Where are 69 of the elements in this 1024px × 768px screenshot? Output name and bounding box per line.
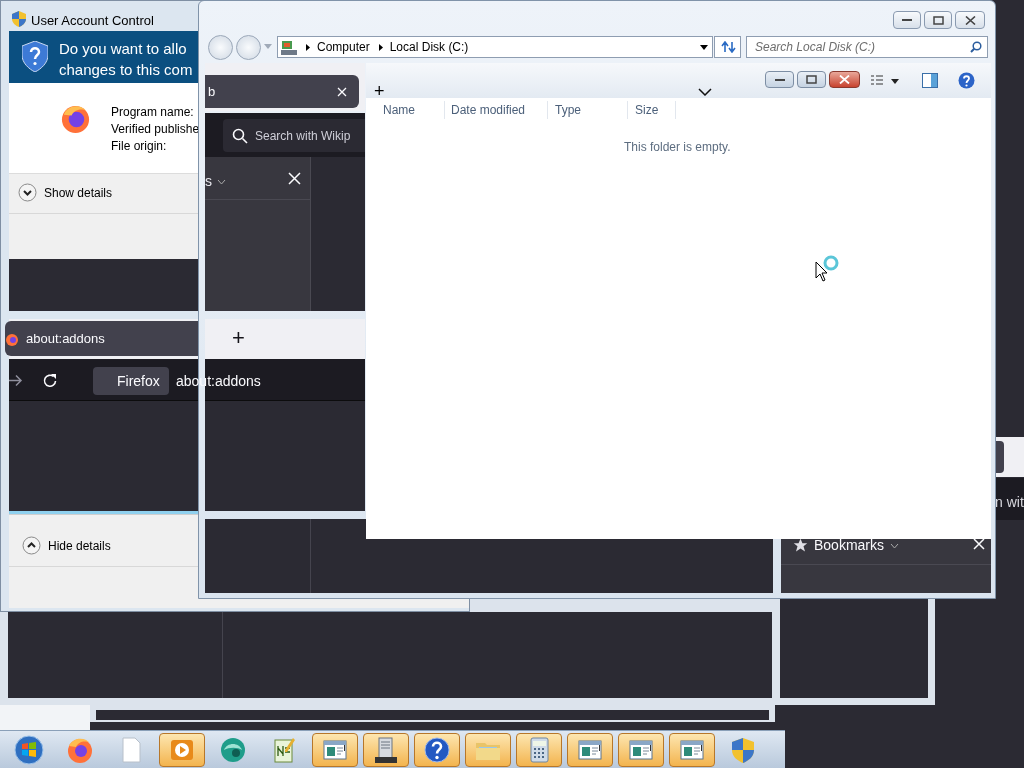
maximize-button[interactable] <box>797 71 826 88</box>
close-icon[interactable] <box>337 86 347 97</box>
taskbar-button[interactable] <box>414 732 460 767</box>
refresh-icon <box>719 41 736 53</box>
address-bar[interactable]: Computer Local Disk (C:) <box>277 36 713 58</box>
new-tab-button[interactable]: + <box>374 81 385 101</box>
breadcrumb-item: Local Disk (C:) <box>389 39 469 56</box>
forward-arrow-icon[interactable] <box>9 374 23 387</box>
tab-text: n wit <box>995 493 1024 512</box>
field-label: File origin: <box>111 138 168 155</box>
maximize-button[interactable] <box>924 11 952 29</box>
column-header[interactable]: Name <box>366 101 445 119</box>
view-list-icon[interactable] <box>871 75 899 87</box>
computer-icon <box>281 39 297 55</box>
field-label: Verified publishe <box>111 121 200 138</box>
chevron-down-icon <box>217 178 226 185</box>
identity-box[interactable]: Firefox <box>93 367 169 395</box>
dropdown-caret-icon <box>700 44 708 50</box>
sidebar-title[interactable]: Bookmarks <box>793 535 900 556</box>
preview-pane-icon[interactable] <box>922 73 938 88</box>
close-icon <box>839 75 850 84</box>
window-title: User Account Control <box>31 12 154 30</box>
maximize-icon <box>932 15 944 25</box>
maximize-icon <box>806 75 817 84</box>
dialog-question: changes to this com <box>59 60 193 80</box>
search-icon <box>970 41 982 53</box>
chevron-down-icon <box>890 542 900 549</box>
search-bar[interactable]: Search with Wikip <box>223 119 365 152</box>
show-details-button[interactable]: Show details <box>18 183 113 202</box>
close-icon[interactable] <box>973 538 985 550</box>
search-field[interactable]: Search Local Disk (C:) <box>746 36 988 58</box>
column-header[interactable]: Date modified <box>445 101 548 119</box>
close-button[interactable] <box>955 11 985 29</box>
taskbar-button[interactable] <box>363 732 409 767</box>
hide-details-button[interactable]: Hide details <box>22 536 111 555</box>
field-label: Program name: <box>111 104 195 121</box>
empty-folder-message: This folder is empty. <box>624 139 731 156</box>
minimize-button[interactable] <box>893 11 921 29</box>
shield-icon <box>12 11 26 27</box>
firefox-icon <box>60 103 91 134</box>
taskbar-button[interactable] <box>516 732 562 767</box>
new-tab-button[interactable]: + <box>232 325 245 351</box>
breadcrumb-item: Computer <box>317 39 370 56</box>
breadcrumb-arrow-icon <box>378 43 383 51</box>
chevron-up-icon <box>22 536 41 555</box>
chevron-down-icon[interactable] <box>698 88 712 96</box>
refresh-button[interactable] <box>714 36 741 58</box>
shield-question-icon <box>22 41 48 72</box>
chevron-down-icon <box>18 183 37 202</box>
close-icon <box>964 15 976 25</box>
minimize-icon <box>902 18 912 22</box>
tab-strip <box>996 437 1024 477</box>
dialog-question: Do you want to allo <box>59 39 188 59</box>
search-icon <box>232 127 248 144</box>
browser-tab[interactable]: b <box>205 75 359 108</box>
column-header[interactable]: Type <box>548 101 628 119</box>
help-icon <box>422 734 452 765</box>
start-orb-icon <box>14 734 44 765</box>
browser-tab[interactable]: about:addons <box>5 321 198 356</box>
column-header[interactable]: Size <box>628 101 676 119</box>
toolbar <box>996 478 1024 520</box>
breadcrumb-arrow-icon <box>306 43 310 51</box>
minimize-button[interactable] <box>765 71 794 88</box>
help-icon[interactable] <box>958 72 975 89</box>
star-icon <box>793 538 808 553</box>
close-button[interactable] <box>829 71 860 88</box>
close-icon[interactable] <box>288 172 301 185</box>
panel-title[interactable]: s <box>205 171 226 192</box>
reload-icon[interactable] <box>42 373 58 389</box>
